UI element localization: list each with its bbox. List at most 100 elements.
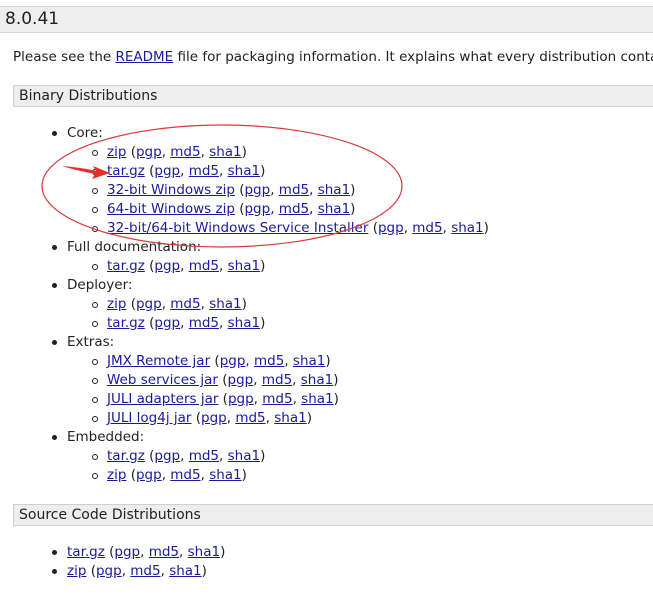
embedded-targz-md5-link[interactable]: md5 (189, 448, 219, 464)
core-win32-row: 32-bit Windows zip (pgp, md5, sha1) (107, 182, 356, 198)
core-installer-pgp-link[interactable]: pgp (378, 220, 404, 236)
deployer-zip-sha1-link[interactable]: sha1 (209, 296, 241, 312)
download-page: 8.0.41 Please see the README file for pa… (0, 0, 653, 595)
core-win64-link[interactable]: 64-bit Windows zip (107, 201, 235, 217)
intro-text-before: Please see the (13, 49, 116, 65)
core-targz-pgp-link[interactable]: pgp (154, 163, 180, 179)
fulldoc-targz-link[interactable]: tar.gz (107, 258, 145, 274)
deployer-zip-md5-link[interactable]: md5 (170, 296, 200, 312)
extras-jmx-pgp-link[interactable]: pgp (220, 353, 246, 369)
core-zip-md5-link[interactable]: md5 (170, 144, 200, 160)
source-targz-md5-link[interactable]: md5 (149, 544, 179, 560)
core-installer-row: 32-bit/64-bit Windows Service Installer … (107, 220, 489, 236)
extras-ws-link[interactable]: Web services jar (107, 372, 218, 388)
extras-ws-pgp-link[interactable]: pgp (228, 372, 254, 388)
extras-ws-sha1-link[interactable]: sha1 (301, 372, 333, 388)
extras-jmx-link[interactable]: JMX Remote jar (107, 353, 210, 369)
core-installer-link[interactable]: 32-bit/64-bit Windows Service Installer (107, 220, 368, 236)
source-targz-sha1-link[interactable]: sha1 (188, 544, 220, 560)
core-win32-md5-link[interactable]: md5 (279, 182, 309, 198)
bullet-circle (92, 150, 98, 156)
core-win32-sha1-link[interactable]: sha1 (318, 182, 350, 198)
source-targz-row: tar.gz (pgp, md5, sha1) (67, 544, 226, 560)
extras-label: Extras: (67, 334, 115, 350)
embedded-zip-md5-link[interactable]: md5 (170, 467, 200, 483)
source-distributions-heading: Source Code Distributions (13, 504, 653, 526)
core-zip-link[interactable]: zip (107, 144, 126, 160)
embedded-zip-row: zip (pgp, md5, sha1) (107, 467, 247, 483)
bullet-disc (52, 340, 57, 345)
bullet-circle (92, 207, 98, 213)
core-win64-pgp-link[interactable]: pgp (244, 201, 270, 217)
intro-text-after: file for packaging information. It expla… (173, 49, 653, 65)
core-win32-pgp-link[interactable]: pgp (244, 182, 270, 198)
extras-juli-adapters-pgp-link[interactable]: pgp (228, 391, 254, 407)
embedded-targz-sha1-link[interactable]: sha1 (228, 448, 260, 464)
core-zip-pgp-link[interactable]: pgp (136, 144, 162, 160)
version-heading: 8.0.41 (0, 6, 653, 33)
embedded-targz-pgp-link[interactable]: pgp (154, 448, 180, 464)
deployer-zip-link[interactable]: zip (107, 296, 126, 312)
bullet-disc (52, 569, 57, 574)
core-targz-link[interactable]: tar.gz (107, 163, 145, 179)
fulldoc-targz-sha1-link[interactable]: sha1 (228, 258, 260, 274)
deployer-targz-row: tar.gz (pgp, md5, sha1) (107, 315, 266, 331)
deployer-targz-link[interactable]: tar.gz (107, 315, 145, 331)
core-zip-sha1-link[interactable]: sha1 (209, 144, 241, 160)
extras-ws-md5-link[interactable]: md5 (262, 372, 292, 388)
readme-link[interactable]: README (115, 49, 173, 65)
deployer-zip-pgp-link[interactable]: pgp (136, 296, 162, 312)
extras-juli-log4j-md5-link[interactable]: md5 (235, 410, 265, 426)
extras-jmx-sha1-link[interactable]: sha1 (293, 353, 325, 369)
bullet-circle (92, 378, 98, 384)
core-win32-link[interactable]: 32-bit Windows zip (107, 182, 235, 198)
extras-juli-adapters-link[interactable]: JULI adapters jar (107, 391, 218, 407)
deployer-targz-pgp-link[interactable]: pgp (154, 315, 180, 331)
core-targz-row: tar.gz (pgp, md5, sha1) (107, 163, 266, 179)
extras-jmx-row: JMX Remote jar (pgp, md5, sha1) (107, 353, 331, 369)
fulldoc-targz-pgp-link[interactable]: pgp (154, 258, 180, 274)
bullet-circle (92, 416, 98, 422)
embedded-label: Embedded: (67, 429, 145, 445)
embedded-targz-row: tar.gz (pgp, md5, sha1) (107, 448, 266, 464)
core-win64-md5-link[interactable]: md5 (279, 201, 309, 217)
source-zip-pgp-link[interactable]: pgp (96, 563, 122, 579)
deployer-targz-sha1-link[interactable]: sha1 (228, 315, 260, 331)
bullet-disc (52, 435, 57, 440)
core-installer-md5-link[interactable]: md5 (412, 220, 442, 236)
embedded-zip-link[interactable]: zip (107, 467, 126, 483)
deployer-targz-md5-link[interactable]: md5 (189, 315, 219, 331)
core-targz-md5-link[interactable]: md5 (189, 163, 219, 179)
deployer-label: Deployer: (67, 277, 133, 293)
extras-juli-log4j-row: JULI log4j jar (pgp, md5, sha1) (107, 410, 312, 426)
extras-juli-adapters-md5-link[interactable]: md5 (262, 391, 292, 407)
source-zip-link[interactable]: zip (67, 563, 86, 579)
source-zip-sha1-link[interactable]: sha1 (169, 563, 201, 579)
source-zip-row: zip (pgp, md5, sha1) (67, 563, 207, 579)
fulldoc-targz-row: tar.gz (pgp, md5, sha1) (107, 258, 266, 274)
core-installer-sha1-link[interactable]: sha1 (451, 220, 483, 236)
bullet-circle (92, 321, 98, 327)
extras-juli-adapters-sha1-link[interactable]: sha1 (301, 391, 333, 407)
embedded-zip-pgp-link[interactable]: pgp (136, 467, 162, 483)
extras-juli-log4j-pgp-link[interactable]: pgp (201, 410, 227, 426)
source-zip-md5-link[interactable]: md5 (130, 563, 160, 579)
bullet-circle (92, 359, 98, 365)
embedded-zip-sha1-link[interactable]: sha1 (209, 467, 241, 483)
fulldoc-targz-md5-link[interactable]: md5 (189, 258, 219, 274)
extras-juli-log4j-sha1-link[interactable]: sha1 (274, 410, 306, 426)
core-win64-sha1-link[interactable]: sha1 (318, 201, 350, 217)
extras-juli-log4j-link[interactable]: JULI log4j jar (107, 410, 191, 426)
bullet-circle (92, 226, 98, 232)
source-targz-pgp-link[interactable]: pgp (114, 544, 140, 560)
bullet-disc (52, 550, 57, 555)
embedded-targz-link[interactable]: tar.gz (107, 448, 145, 464)
bullet-disc (52, 283, 57, 288)
core-targz-sha1-link[interactable]: sha1 (228, 163, 260, 179)
source-targz-link[interactable]: tar.gz (67, 544, 105, 560)
extras-jmx-md5-link[interactable]: md5 (254, 353, 284, 369)
pointer-arrow-icon (62, 166, 110, 179)
bullet-circle (92, 188, 98, 194)
bullet-circle (92, 264, 98, 270)
bullet-circle (92, 473, 98, 479)
